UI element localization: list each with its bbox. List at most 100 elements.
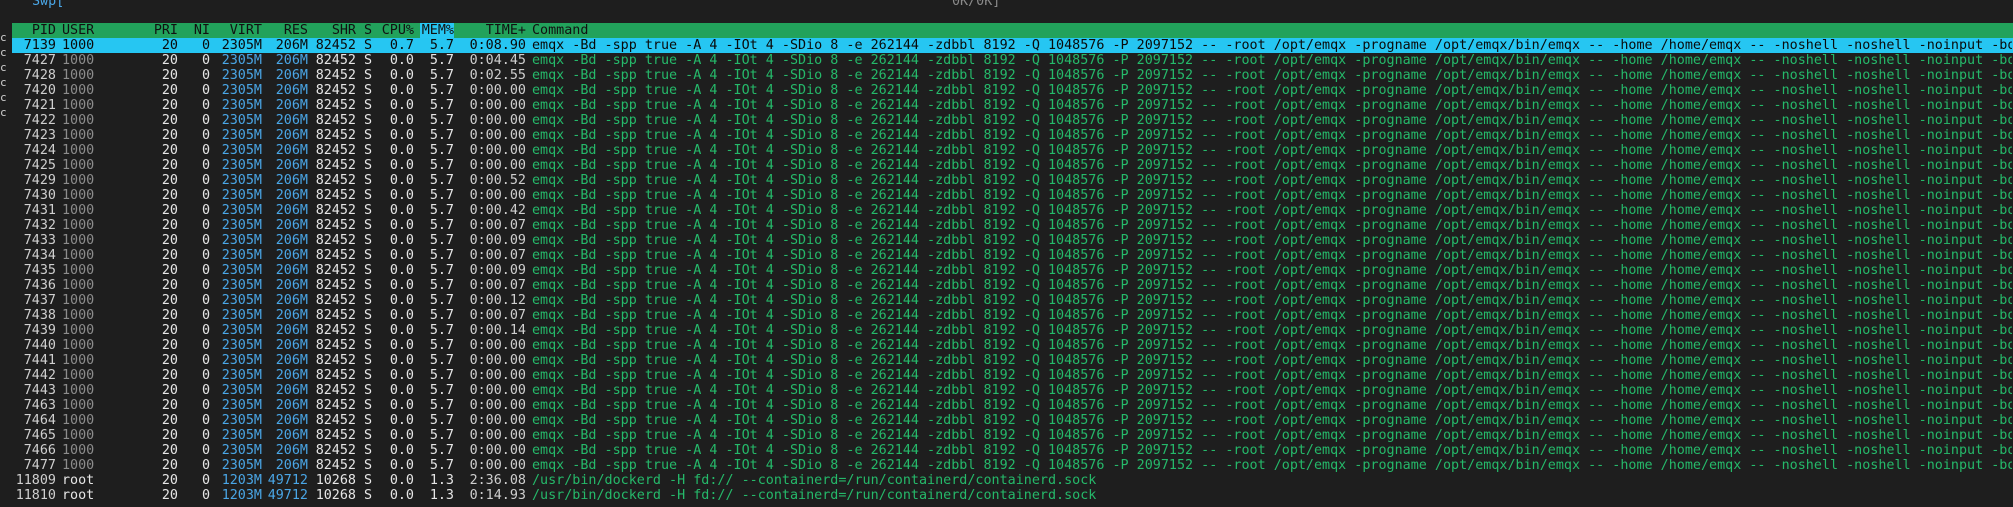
table-row[interactable]: 7466 1000 20 0 2305M 206M 82452 S 0.0 5.… — [12, 443, 2013, 458]
mem-cell: 5.7 — [429, 158, 454, 173]
shr-cell: 82452 — [315, 428, 356, 443]
header-user[interactable]: USER — [62, 23, 122, 38]
ni-cell: 0 — [201, 203, 210, 218]
table-row[interactable]: 7428 1000 20 0 2305M 206M 82452 S 0.0 5.… — [12, 68, 2013, 83]
table-row[interactable]: 11810 root 20 0 1203M 49712 10268 S 0.0 … — [12, 488, 2013, 503]
mem-cell: 5.7 — [429, 128, 454, 143]
cpu-cell: 0.0 — [389, 443, 414, 458]
table-row[interactable]: 7438 1000 20 0 2305M 206M 82452 S 0.0 5.… — [12, 308, 2013, 323]
table-row[interactable]: 7423 1000 20 0 2305M 206M 82452 S 0.0 5.… — [12, 128, 2013, 143]
ni-cell: 0 — [201, 233, 210, 248]
state-cell: S — [363, 413, 373, 428]
cpu-cell: 0.0 — [389, 248, 414, 263]
mem-cell: 5.7 — [429, 428, 454, 443]
pid-cell: 7429 — [23, 173, 56, 188]
virt-cell: 2305M — [221, 308, 262, 323]
header-virt[interactable]: VIRT — [214, 23, 262, 38]
user-cell: 1000 — [62, 443, 95, 458]
table-row[interactable]: 7421 1000 20 0 2305M 206M 82452 S 0.0 5.… — [12, 98, 2013, 113]
header-ni[interactable]: NI — [182, 23, 210, 38]
pid-cell: 7464 — [23, 413, 56, 428]
mem-cell: 5.7 — [429, 443, 454, 458]
mem-cell: 5.7 — [429, 143, 454, 158]
shr-cell: 82452 — [315, 38, 356, 53]
state-cell: S — [363, 443, 373, 458]
table-row[interactable]: 7431 1000 20 0 2305M 206M 82452 S 0.0 5.… — [12, 203, 2013, 218]
time-cell: 0:00.00 — [469, 113, 526, 128]
cpu-cell: 0.0 — [389, 233, 414, 248]
table-row[interactable]: 7432 1000 20 0 2305M 206M 82452 S 0.0 5.… — [12, 218, 2013, 233]
user-cell: 1000 — [62, 428, 95, 443]
shr-cell: 82452 — [315, 173, 356, 188]
pid-cell: 7438 — [23, 308, 56, 323]
table-row[interactable]: 7429 1000 20 0 2305M 206M 82452 S 0.0 5.… — [12, 173, 2013, 188]
header-command[interactable]: Command — [532, 23, 2012, 38]
table-row[interactable]: 7424 1000 20 0 2305M 206M 82452 S 0.0 5.… — [12, 143, 2013, 158]
header-s[interactable]: S — [362, 23, 374, 38]
table-row[interactable]: 7420 1000 20 0 2305M 206M 82452 S 0.0 5.… — [12, 83, 2013, 98]
time-cell: 0:00.52 — [469, 173, 526, 188]
pri-cell: 20 — [161, 308, 178, 323]
pid-cell: 7437 — [23, 293, 56, 308]
virt-cell: 2305M — [221, 338, 262, 353]
header-shr[interactable]: SHR — [312, 23, 356, 38]
pid-cell: 7424 — [23, 143, 56, 158]
table-row[interactable]: 7439 1000 20 0 2305M 206M 82452 S 0.0 5.… — [12, 323, 2013, 338]
mem-cell: 5.7 — [429, 38, 454, 53]
table-row[interactable]: 7433 1000 20 0 2305M 206M 82452 S 0.0 5.… — [12, 233, 2013, 248]
table-row[interactable]: 7477 1000 20 0 2305M 206M 82452 S 0.0 5.… — [12, 458, 2013, 473]
table-row[interactable]: 7425 1000 20 0 2305M 206M 82452 S 0.0 5.… — [12, 158, 2013, 173]
state-cell: S — [363, 323, 373, 338]
user-cell: 1000 — [62, 98, 95, 113]
table-row[interactable]: 7463 1000 20 0 2305M 206M 82452 S 0.0 5.… — [12, 398, 2013, 413]
mem-cell: 1.3 — [429, 488, 454, 503]
table-row[interactable]: 7440 1000 20 0 2305M 206M 82452 S 0.0 5.… — [12, 338, 2013, 353]
header-mem[interactable]: MEM% — [420, 23, 454, 38]
header-pid[interactable]: PID — [12, 23, 56, 38]
time-cell: 0:00.00 — [469, 143, 526, 158]
pid-cell: 7443 — [23, 383, 56, 398]
header-time[interactable]: TIME+ — [464, 23, 526, 38]
table-row[interactable]: 7436 1000 20 0 2305M 206M 82452 S 0.0 5.… — [12, 278, 2013, 293]
table-row[interactable]: 7430 1000 20 0 2305M 206M 82452 S 0.0 5.… — [12, 188, 2013, 203]
shr-cell: 82452 — [315, 128, 356, 143]
table-row[interactable]: 7465 1000 20 0 2305M 206M 82452 S 0.0 5.… — [12, 428, 2013, 443]
pri-cell: 20 — [161, 83, 178, 98]
table-row[interactable]: 7464 1000 20 0 2305M 206M 82452 S 0.0 5.… — [12, 413, 2013, 428]
user-cell: 1000 — [62, 83, 95, 98]
table-row[interactable]: 7434 1000 20 0 2305M 206M 82452 S 0.0 5.… — [12, 248, 2013, 263]
cpu-cell: 0.0 — [389, 203, 414, 218]
header-res[interactable]: RES — [266, 23, 308, 38]
state-cell: S — [363, 128, 373, 143]
table-row[interactable]: 7422 1000 20 0 2305M 206M 82452 S 0.0 5.… — [12, 113, 2013, 128]
mem-cell: 5.7 — [429, 458, 454, 473]
state-cell: S — [363, 248, 373, 263]
virt-cell: 2305M — [221, 203, 262, 218]
table-row[interactable]: 7443 1000 20 0 2305M 206M 82452 S 0.0 5.… — [12, 383, 2013, 398]
user-cell: 1000 — [62, 233, 95, 248]
pri-cell: 20 — [161, 68, 178, 83]
ni-cell: 0 — [201, 263, 210, 278]
pid-cell: 7422 — [23, 113, 56, 128]
cpu-cell: 0.0 — [389, 188, 414, 203]
table-row[interactable]: 7427 1000 20 0 2305M 206M 82452 S 0.0 5.… — [12, 53, 2013, 68]
res-cell: 206M — [275, 98, 308, 113]
cpu-cell: 0.0 — [389, 278, 414, 293]
table-row[interactable]: 7441 1000 20 0 2305M 206M 82452 S 0.0 5.… — [12, 353, 2013, 368]
virt-cell: 2305M — [221, 323, 262, 338]
pid-cell: 7423 — [23, 128, 56, 143]
pid-cell: 7436 — [23, 278, 56, 293]
shr-cell: 82452 — [315, 338, 356, 353]
virt-cell: 2305M — [221, 53, 262, 68]
time-cell: 0:00.00 — [469, 383, 526, 398]
table-row[interactable]: 7139 1000 20 0 2305M 206M 82452 S 0.7 5.… — [12, 38, 2013, 53]
table-row[interactable]: 11809 root 20 0 1203M 49712 10268 S 0.0 … — [12, 473, 2013, 488]
virt-cell: 2305M — [221, 353, 262, 368]
header-pri[interactable]: PRI — [152, 23, 178, 38]
ni-cell: 0 — [201, 398, 210, 413]
table-row[interactable]: 7435 1000 20 0 2305M 206M 82452 S 0.0 5.… — [12, 263, 2013, 278]
table-row[interactable]: 7442 1000 20 0 2305M 206M 82452 S 0.0 5.… — [12, 368, 2013, 383]
table-row[interactable]: 7437 1000 20 0 2305M 206M 82452 S 0.0 5.… — [12, 293, 2013, 308]
header-cpu[interactable]: CPU% — [380, 23, 414, 38]
res-cell: 206M — [275, 68, 308, 83]
